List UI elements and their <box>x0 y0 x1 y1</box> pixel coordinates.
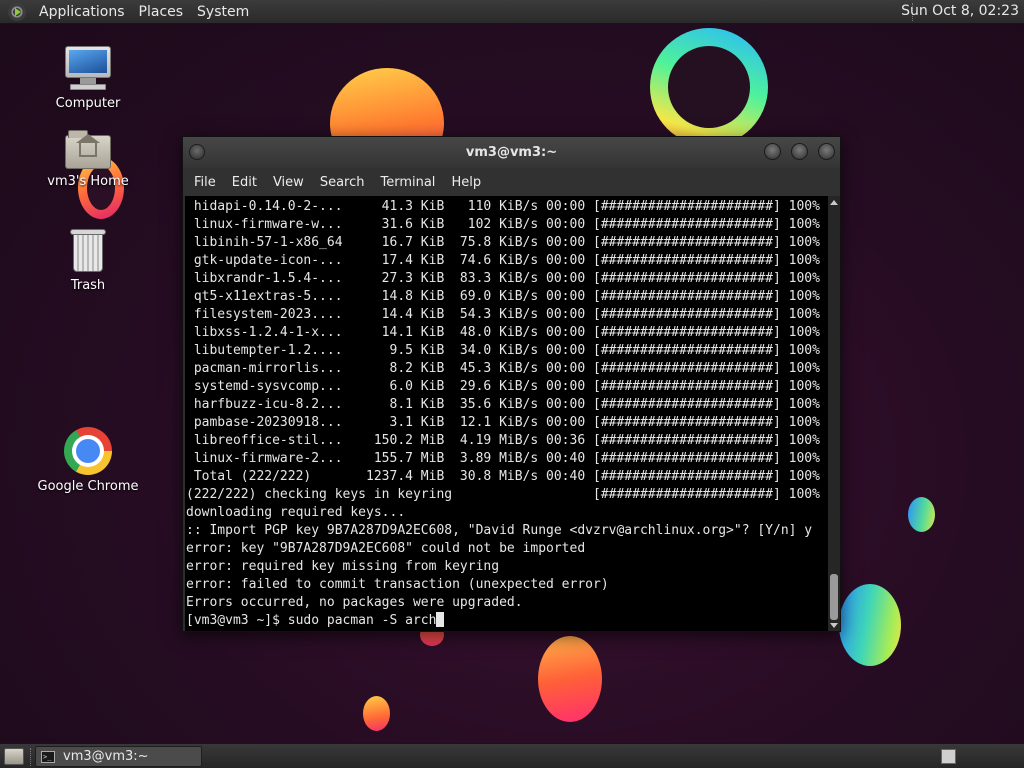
terminal-prompt-line[interactable]: [vm3@vm3 ~]$ sudo pacman -S arch <box>186 612 828 630</box>
scrollbar-thumb[interactable] <box>830 574 838 620</box>
menu-system[interactable]: System <box>190 4 256 20</box>
terminal-line: (222/222) checking keys in keyring [####… <box>186 487 820 502</box>
terminal-line: libutempter-1.2.... 9.5 KiB 34.0 KiB/s 0… <box>186 343 820 358</box>
terminal-line: harfbuzz-icu-8.2... 8.1 KiB 35.6 KiB/s 0… <box>186 397 820 412</box>
wallpaper-right-blob <box>839 584 901 666</box>
close-button[interactable] <box>818 143 835 160</box>
desktop-icon-label: Google Chrome <box>37 479 139 494</box>
menu-applications[interactable]: Applications <box>32 4 132 20</box>
chrome-icon <box>64 427 112 475</box>
desktop-icon-label: vm3's Home <box>47 174 129 189</box>
terminal-line: libinih-57-1-x86_64 16.7 KiB 75.8 KiB/s … <box>186 235 820 250</box>
terminal-line: error: key "9B7A287D9A2EC608" could not … <box>186 541 586 556</box>
scroll-up-arrow-icon[interactable] <box>830 200 838 205</box>
menu-search[interactable]: Search <box>312 175 373 190</box>
bottom-panel: >_ vm3@vm3:~ <box>0 743 1024 768</box>
menu-file[interactable]: File <box>186 175 224 190</box>
terminal-menubar: File Edit View Search Terminal Help <box>183 168 840 196</box>
terminal-line: pambase-20230918... 3.1 KiB 12.1 KiB/s 0… <box>186 415 820 430</box>
desktop-icon-chrome[interactable]: Google Chrome <box>33 427 143 494</box>
show-desktop-icon[interactable] <box>4 748 24 765</box>
wallpaper-right-small-blob <box>908 497 935 532</box>
terminal-line: :: Import PGP key 9B7A287D9A2EC608, "Dav… <box>186 523 813 538</box>
terminal-line: hidapi-0.14.0-2-... 41.3 KiB 110 KiB/s 0… <box>186 199 820 214</box>
computer-icon <box>64 46 112 92</box>
terminal-prompt: [vm3@vm3 ~]$ sudo pacman -S arch <box>186 613 437 628</box>
workspace-switcher[interactable] <box>941 749 956 764</box>
terminal-line: libreoffice-stil... 150.2 MiB 4.19 MiB/s… <box>186 433 820 448</box>
menu-help[interactable]: Help <box>443 175 489 190</box>
maximize-button[interactable] <box>791 143 808 160</box>
terminal-line: libxrandr-1.5.4-... 27.3 KiB 83.3 KiB/s … <box>186 271 820 286</box>
scroll-down-arrow-icon[interactable] <box>830 623 838 628</box>
panel-separator <box>30 748 31 766</box>
menu-edit[interactable]: Edit <box>224 175 265 190</box>
terminal-line: libxss-1.2.4-1-x... 14.1 KiB 48.0 KiB/s … <box>186 325 820 340</box>
clock[interactable]: Sun Oct 8, 02:23 <box>901 3 1019 19</box>
terminal-scrollbar[interactable] <box>828 196 840 631</box>
menu-view[interactable]: View <box>265 175 312 190</box>
terminal-line: linux-firmware-2... 155.7 MiB 3.89 MiB/s… <box>186 451 820 466</box>
minimize-button[interactable] <box>764 143 781 160</box>
desktop-icon-trash[interactable]: Trash <box>33 228 143 293</box>
taskbar-item-label: vm3@vm3:~ <box>63 749 149 764</box>
home-folder-icon <box>65 130 111 170</box>
terminal-line: linux-firmware-w... 31.6 KiB 102 KiB/s 0… <box>186 217 820 232</box>
distro-logo-icon[interactable] <box>8 2 26 21</box>
terminal-line: filesystem-2023.... 14.4 KiB 54.3 KiB/s … <box>186 307 820 322</box>
top-panel: Applications Places System Sun Oct 8, 02… <box>0 0 1024 24</box>
terminal-window[interactable]: vm3@vm3:~ File Edit View Search Terminal… <box>182 136 841 632</box>
terminal-line: pacman-mirrorlis... 8.2 KiB 45.3 KiB/s 0… <box>186 361 820 376</box>
window-title: vm3@vm3:~ <box>465 145 558 160</box>
terminal-line: qt5-x11extras-5.... 14.8 KiB 69.0 KiB/s … <box>186 289 820 304</box>
menu-places[interactable]: Places <box>132 4 191 20</box>
terminal-output[interactable]: hidapi-0.14.0-2-... 41.3 KiB 110 KiB/s 0… <box>185 196 828 631</box>
terminal-line: downloading required keys... <box>186 505 406 520</box>
terminal-line: Total (222/222) 1237.4 MiB 30.8 MiB/s 00… <box>186 469 820 484</box>
trash-icon <box>69 228 107 274</box>
terminal-line: error: failed to commit transaction (une… <box>186 577 609 592</box>
desktop-icon-home[interactable]: vm3's Home <box>33 130 143 189</box>
terminal-line: error: required key missing from keyring <box>186 559 500 574</box>
wallpaper-bottom-blob <box>538 636 602 722</box>
wallpaper-ring-shape <box>650 28 768 146</box>
desktop-icon-label: Computer <box>55 96 121 111</box>
terminal-line: systemd-sysvcomp... 6.0 KiB 29.6 KiB/s 0… <box>186 379 820 394</box>
wallpaper-tiny-blob <box>363 696 390 731</box>
terminal-line: gtk-update-icon-... 17.4 KiB 74.6 KiB/s … <box>186 253 820 268</box>
desktop-icon-computer[interactable]: Computer <box>33 46 143 111</box>
text-cursor <box>436 612 445 627</box>
desktop-icon-label: Trash <box>70 278 106 293</box>
terminal-line: Errors occurred, no packages were upgrad… <box>186 595 523 610</box>
terminal-icon: >_ <box>41 750 55 763</box>
menu-terminal[interactable]: Terminal <box>372 175 443 190</box>
taskbar-item-terminal[interactable]: >_ vm3@vm3:~ <box>35 746 202 767</box>
window-titlebar[interactable]: vm3@vm3:~ <box>183 137 840 168</box>
